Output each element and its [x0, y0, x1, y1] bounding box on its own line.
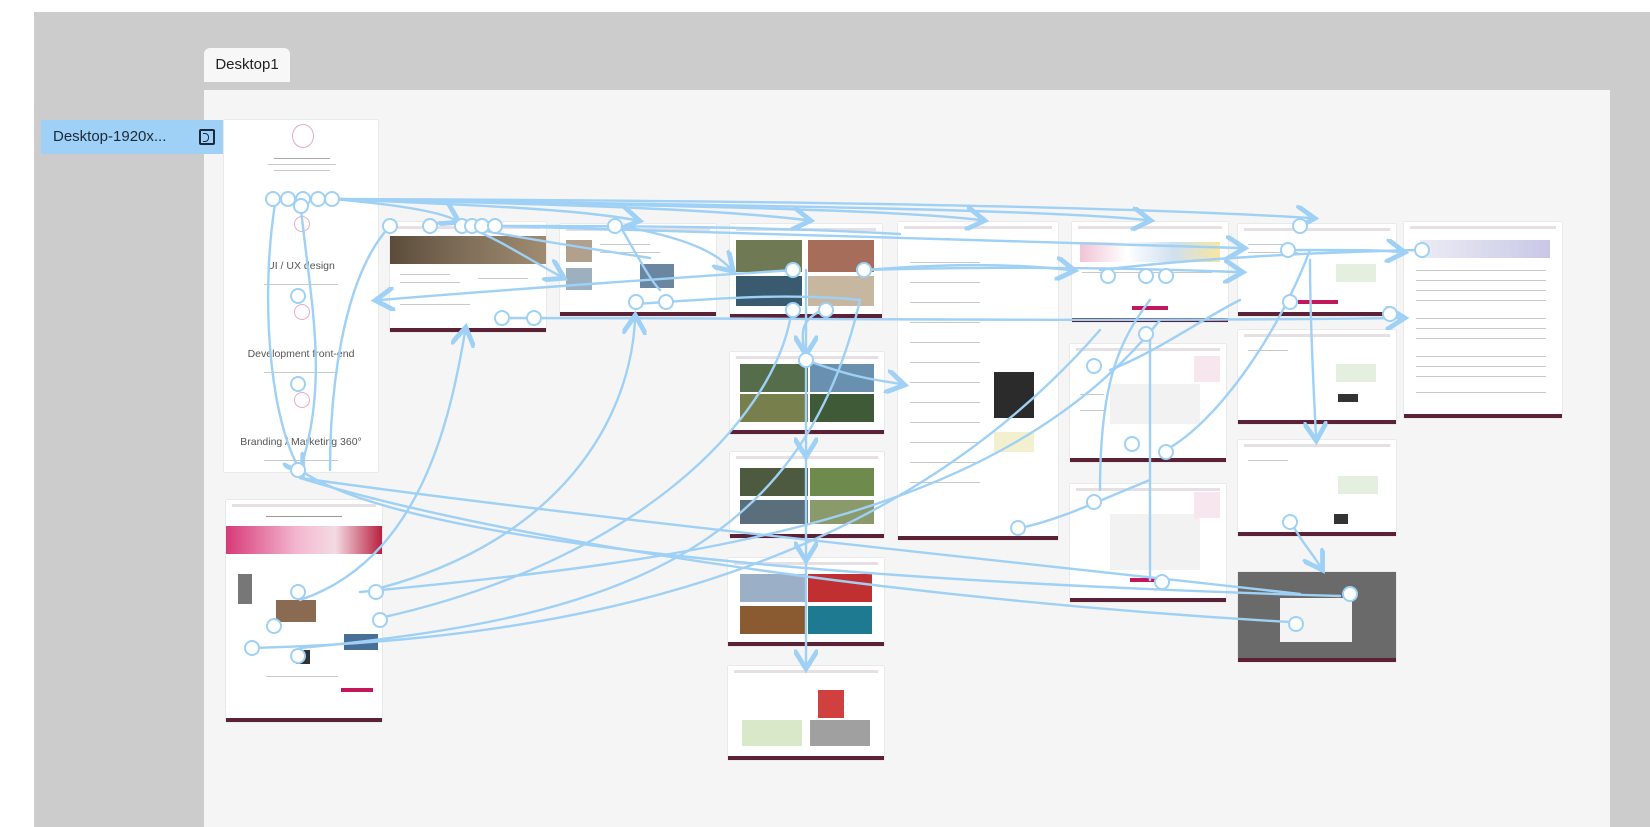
prototype-flow-connections [244, 191, 1430, 827]
